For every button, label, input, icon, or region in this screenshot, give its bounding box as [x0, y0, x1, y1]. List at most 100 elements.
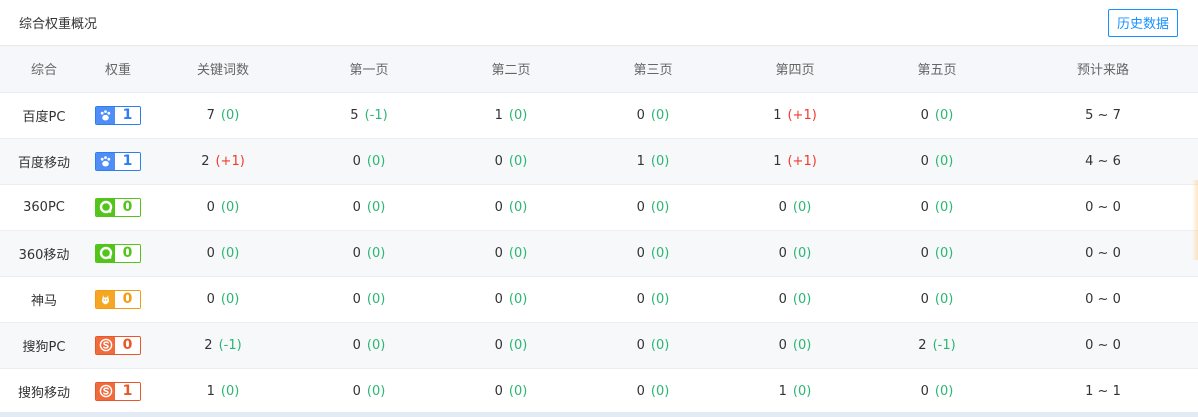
weight-cell: 1: [88, 138, 148, 185]
weight-badge: 0: [95, 243, 141, 263]
weight-cell: 1: [88, 92, 148, 139]
weight-cell: 0: [88, 276, 148, 323]
page-2-cell: 0 (0): [440, 368, 582, 415]
page-1-cell: 0 (0): [298, 184, 440, 231]
delta-value: (0): [508, 291, 528, 307]
count-value: 0: [920, 383, 929, 399]
count-value: 0: [920, 107, 929, 123]
weight-cell: 0: [88, 322, 148, 369]
page-5-cell: 0 (0): [866, 276, 1008, 323]
delta-value: (0): [220, 245, 240, 261]
page-4-cell: 0 (0): [724, 276, 866, 323]
est-traffic-cell: 0 ~ 0: [1008, 276, 1198, 323]
page-5-cell: 0 (0): [866, 138, 1008, 185]
weight-cell: 0: [88, 184, 148, 231]
panel-title: 综合权重概况: [19, 17, 98, 32]
weight-badge: 1: [95, 381, 141, 401]
delta-value: (0): [650, 153, 670, 169]
table-row: 神马 0 0 (0) 0 (0) 0 (0) 0 (0) 0 (0) 0 (0) 0 ~ 0: [0, 276, 1198, 323]
page-3-cell: 0 (0): [582, 368, 724, 415]
count-value: 0: [352, 199, 361, 215]
page-2-cell: 0 (0): [440, 230, 582, 277]
delta-value: (-1): [218, 337, 242, 353]
delta-value: (-1): [364, 107, 388, 123]
page-2-cell: 0 (0): [440, 322, 582, 369]
delta-value: (0): [366, 153, 386, 169]
keywords-cell: 0 (0): [148, 230, 298, 277]
page-4-cell: 0 (0): [724, 230, 866, 277]
page-4-cell: 1 (0): [724, 368, 866, 415]
count-value: 1: [636, 153, 645, 169]
weight-badge: 1: [95, 151, 141, 171]
col-header-keywords: 关键词数: [148, 46, 298, 93]
s-logo-icon: [96, 382, 115, 400]
page-3-cell: 0 (0): [582, 322, 724, 369]
keywords-cell: 7 (0): [148, 92, 298, 139]
count-value: 0: [778, 199, 787, 215]
est-traffic-cell: 5 ~ 7: [1008, 92, 1198, 139]
page-1-cell: 0 (0): [298, 138, 440, 185]
paw-icon: [96, 152, 115, 170]
page-4-cell: 1 (+1): [724, 138, 866, 185]
page-4-cell: 0 (0): [724, 322, 866, 369]
count-value: 0: [636, 199, 645, 215]
page-1-cell: 0 (0): [298, 322, 440, 369]
count-value: 0: [494, 199, 503, 215]
delta-value: (0): [650, 337, 670, 353]
count-value: 0: [352, 383, 361, 399]
delta-value: (0): [508, 107, 528, 123]
count-value: 0: [920, 199, 929, 215]
count-value: 0: [778, 291, 787, 307]
delta-value: (+1): [787, 107, 817, 123]
count-value: 0: [494, 337, 503, 353]
page-5-cell: 2 (-1): [866, 322, 1008, 369]
delta-value: (0): [792, 245, 812, 261]
weight-cell: 1: [88, 368, 148, 415]
weight-overview-table: 综合 权重 关键词数 第一页 第二页 第三页 第四页 第五页 预计来路 百度PC…: [0, 46, 1198, 415]
count-value: 1: [773, 153, 782, 169]
keywords-cell: 0 (0): [148, 276, 298, 323]
count-value: 0: [920, 291, 929, 307]
delta-value: (0): [220, 383, 240, 399]
delta-value: (0): [792, 291, 812, 307]
delta-value: (0): [792, 337, 812, 353]
est-traffic-cell: 0 ~ 0: [1008, 230, 1198, 277]
count-value: 0: [206, 291, 215, 307]
est-traffic-cell: 1 ~ 1: [1008, 368, 1198, 415]
page-3-cell: 0 (0): [582, 184, 724, 231]
engine-name: 神马: [0, 276, 88, 323]
delta-value: (0): [934, 383, 954, 399]
delta-value: (0): [508, 199, 528, 215]
count-value: 2: [201, 153, 210, 169]
engine-name: 360移动: [0, 230, 88, 277]
keywords-cell: 1 (0): [148, 368, 298, 415]
count-value: 0: [920, 153, 929, 169]
weight-badge: 0: [95, 335, 141, 355]
est-traffic-cell: 0 ~ 0: [1008, 322, 1198, 369]
delta-value: (+1): [787, 153, 817, 169]
delta-value: (0): [650, 245, 670, 261]
count-value: 0: [494, 291, 503, 307]
delta-value: (0): [650, 107, 670, 123]
count-value: 2: [204, 337, 213, 353]
delta-value: (0): [508, 383, 528, 399]
count-value: 0: [206, 199, 215, 215]
col-header-page-4: 第四页: [724, 46, 866, 93]
weight-value: 0: [115, 198, 140, 216]
engine-name: 百度移动: [0, 138, 88, 185]
ring-icon: [96, 198, 115, 216]
delta-value: (0): [366, 245, 386, 261]
count-value: 0: [206, 245, 215, 261]
bottom-divider: [0, 412, 1198, 417]
page-1-cell: 0 (0): [298, 230, 440, 277]
table-row: 360移动 0 0 (0) 0 (0) 0 (0) 0 (0) 0 (0) 0 (0) 0 ~…: [0, 230, 1198, 277]
delta-value: (0): [934, 291, 954, 307]
est-traffic-cell: 4 ~ 6: [1008, 138, 1198, 185]
ring-icon: [96, 244, 115, 262]
page-4-cell: 0 (0): [724, 184, 866, 231]
delta-value: (0): [366, 337, 386, 353]
delta-value: (+1): [215, 153, 245, 169]
history-data-button[interactable]: 历史数据: [1107, 8, 1178, 37]
delta-value: (0): [508, 153, 528, 169]
page-3-cell: 0 (0): [582, 92, 724, 139]
